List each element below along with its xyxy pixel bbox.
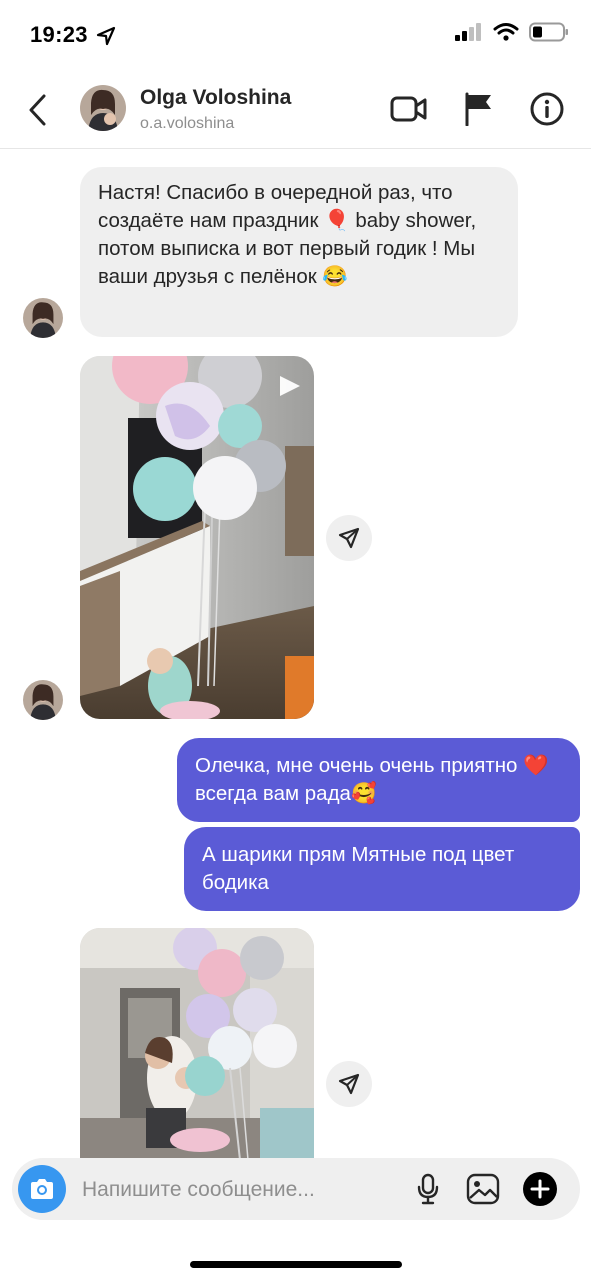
message-input[interactable] <box>80 1170 404 1210</box>
video-call-button[interactable] <box>388 88 430 130</box>
contact-username[interactable]: o.a.voloshina <box>140 115 234 133</box>
message-outgoing-text[interactable]: А шарики прям Мятные под цвет бодика <box>184 827 580 911</box>
message-incoming-video[interactable] <box>80 928 314 1160</box>
paper-plane-icon <box>338 527 360 549</box>
info-button[interactable] <box>526 88 568 130</box>
paper-plane-icon <box>338 1073 360 1095</box>
chat-header: Olga Voloshina o.a.voloshina <box>0 70 591 149</box>
wifi-icon <box>493 23 519 41</box>
voice-message-button[interactable] <box>408 1169 448 1209</box>
camera-button[interactable] <box>18 1165 66 1213</box>
message-incoming-text[interactable]: Настя! Спасибо в очередной раз, что созд… <box>80 167 518 337</box>
avatar-photo <box>23 680 63 720</box>
avatar-photo <box>80 85 126 131</box>
flag-icon <box>465 92 491 126</box>
video-thumbnail <box>80 356 314 719</box>
share-button[interactable] <box>326 1061 372 1107</box>
message-incoming-video[interactable] <box>80 356 314 719</box>
microphone-icon <box>417 1173 439 1205</box>
gallery-button[interactable] <box>463 1169 503 1209</box>
home-indicator[interactable] <box>190 1261 402 1268</box>
cellular-signal-icon <box>455 23 481 41</box>
video-camera-icon <box>390 96 427 122</box>
contact-name[interactable]: Olga Voloshina <box>140 86 291 110</box>
battery-icon <box>529 22 568 42</box>
location-arrow-icon <box>96 26 116 46</box>
camera-icon <box>31 1179 53 1199</box>
report-button[interactable] <box>458 88 500 130</box>
info-icon <box>530 92 564 126</box>
more-actions-button[interactable] <box>520 1169 560 1209</box>
sender-avatar[interactable] <box>23 298 63 338</box>
status-indicators <box>455 22 569 42</box>
contact-avatar[interactable] <box>80 85 126 131</box>
message-outgoing-text[interactable]: Олечка, мне очень очень приятно ❤️ всегд… <box>177 738 580 822</box>
image-icon <box>466 1173 500 1205</box>
status-bar: 19:23 <box>0 0 591 70</box>
status-time: 19:23 <box>30 22 88 47</box>
message-composer <box>12 1158 580 1220</box>
share-button[interactable] <box>326 515 372 561</box>
message-text: Настя! Спасибо в очередной раз, что созд… <box>98 181 477 288</box>
avatar-photo <box>23 298 63 338</box>
video-thumbnail <box>80 928 314 1160</box>
back-button[interactable] <box>18 90 58 130</box>
sender-avatar[interactable] <box>23 680 63 720</box>
message-text: А шарики прям Мятные под цвет бодика <box>202 843 515 894</box>
message-text: Олечка, мне очень очень приятно ❤️ всегд… <box>195 754 549 805</box>
plus-circle-icon <box>523 1172 557 1206</box>
chevron-left-icon <box>29 94 46 126</box>
